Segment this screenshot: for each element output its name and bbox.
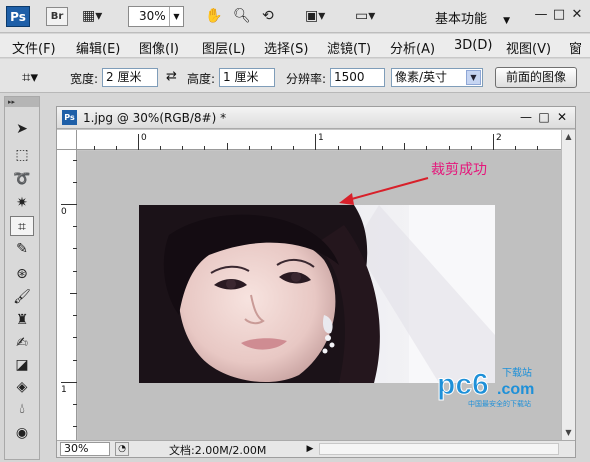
workspace-label: 基本功能: [435, 12, 488, 27]
horizontal-scrollbar[interactable]: [319, 443, 559, 455]
magic-wand-tool-icon[interactable]: ✷: [10, 193, 34, 213]
minimize-button[interactable]: —: [533, 6, 549, 24]
eraser-tool-icon[interactable]: ◪: [10, 355, 34, 375]
resolution-input[interactable]: 1500: [330, 68, 385, 87]
doc-minimize-button[interactable]: —: [519, 110, 533, 125]
spot-healing-tool-icon[interactable]: ⊛: [10, 264, 34, 284]
watermark-slogan: 中国最安全的下载站: [468, 399, 531, 408]
menu-image[interactable]: 图像(I): [139, 38, 179, 57]
watermark-tld: .com: [497, 381, 534, 398]
eyedropper-tool-icon[interactable]: ✎: [10, 239, 34, 259]
move-tool-icon[interactable]: ➤: [10, 119, 34, 139]
camera-mode-icon[interactable]: ▦▾: [82, 8, 102, 25]
resolution-unit-value: 像素/英寸: [395, 70, 448, 84]
lasso-tool-icon[interactable]: ➰: [10, 169, 34, 189]
marquee-tool-icon[interactable]: ⬚: [10, 145, 34, 165]
brush-tool-icon[interactable]: 🖌︎: [10, 287, 34, 307]
panel-collapse-icon[interactable]: ▸▸: [5, 97, 39, 107]
doc-maximize-button[interactable]: □: [537, 110, 551, 125]
menu-view[interactable]: 视图(V): [506, 38, 551, 57]
watermark-tag: 下载站: [502, 366, 532, 379]
hand-icon[interactable]: ✋: [205, 8, 222, 25]
zoom-level-value: 30%: [139, 9, 166, 23]
height-input[interactable]: 1 厘米: [219, 68, 275, 87]
close-button[interactable]: ✕: [569, 6, 585, 24]
ruler-v-label-0: 0: [61, 207, 67, 217]
status-doc-size: 文档:2.00M/2.00M: [169, 444, 267, 457]
maximize-button[interactable]: □: [551, 6, 567, 24]
menu-3d[interactable]: 3D(D): [454, 38, 492, 53]
clone-stamp-tool-icon[interactable]: ♜: [10, 310, 34, 330]
annotation-text: 裁剪成功: [431, 162, 487, 178]
blur-tool-icon[interactable]: 💧︎: [10, 399, 34, 419]
paint-bucket-tool-icon[interactable]: ◈: [10, 377, 34, 397]
ruler-label-1: 1: [318, 133, 324, 143]
resolution-unit-select[interactable]: 像素/英寸 ▼: [391, 68, 483, 87]
ruler-v-label-1: 1: [61, 385, 67, 395]
crop-tool-icon[interactable]: ⌗: [10, 216, 34, 236]
menu-analysis[interactable]: 分析(A): [390, 38, 435, 57]
bridge-button[interactable]: Br: [46, 7, 68, 26]
photoshop-logo: Ps: [6, 6, 30, 27]
dodge-tool-icon[interactable]: ◉: [10, 423, 34, 443]
menu-filter[interactable]: 滤镜(T): [327, 38, 371, 57]
screen-mode-icon[interactable]: ▭▾: [355, 8, 375, 25]
resolution-label: 分辨率:: [286, 72, 327, 86]
front-image-button[interactable]: 前面的图像: [495, 67, 577, 88]
document-title-bar[interactable]: Ps 1.jpg @ 30%(RGB/8#) * — □ ✕: [57, 107, 575, 129]
horizontal-ruler[interactable]: 0 1 2: [77, 130, 561, 150]
photoshop-doc-icon: Ps: [62, 110, 77, 125]
status-preview-icon[interactable]: ◔: [115, 442, 129, 456]
menu-file[interactable]: 文件(F): [12, 38, 56, 57]
history-brush-tool-icon[interactable]: ✍︎: [10, 333, 34, 353]
doc-close-button[interactable]: ✕: [555, 110, 569, 125]
status-bar: 30% ◔ 文档:2.00M/2.00M ▶: [57, 440, 575, 457]
application-bar: Ps Br ▦▾ 30% ▼ ✋ 🔍︎ ⟲ ▣▾ ▭▾ 基本功能 ▼ — □ ✕: [0, 0, 590, 33]
pc6-watermark: pc6 .com 下载站 中国最安全的下载站: [380, 362, 580, 415]
pc6-logo: pc6 .com 下载站 中国最安全的下载站: [437, 366, 535, 408]
vertical-ruler[interactable]: 0 1: [57, 150, 77, 440]
status-menu-arrow-icon[interactable]: ▶: [304, 442, 316, 456]
menu-layer[interactable]: 图层(L): [202, 38, 245, 57]
ruler-origin[interactable]: [57, 130, 77, 150]
scroll-up-icon[interactable]: ▲: [562, 130, 575, 143]
chevron-down-icon: ▼: [466, 70, 481, 85]
menu-edit[interactable]: 编辑(E): [76, 38, 120, 57]
workspace-switcher[interactable]: 基本功能 ▼: [435, 8, 510, 27]
document-title: 1.jpg @ 30%(RGB/8#) *: [83, 111, 227, 125]
crop-tool-icon[interactable]: ⌗▾: [22, 68, 38, 86]
chevron-down-icon: ▼: [169, 7, 183, 26]
cropped-photo[interactable]: [139, 205, 495, 383]
zoom-icon[interactable]: 🔍︎: [233, 8, 251, 25]
width-label: 宽度:: [70, 72, 99, 86]
chevron-down-icon: ▼: [503, 16, 511, 26]
menu-window[interactable]: 窗: [569, 38, 582, 57]
ruler-label-0: 0: [141, 133, 147, 143]
status-zoom-input[interactable]: 30%: [60, 442, 110, 456]
watermark-brand: pc6: [437, 368, 489, 401]
ruler-label-2: 2: [496, 133, 502, 143]
menu-bar: 文件(F) 编辑(E) 图像(I) 图层(L) 选择(S) 滤镜(T) 分析(A…: [0, 34, 590, 58]
menu-select[interactable]: 选择(S): [264, 38, 308, 57]
tools-panel: ▸▸ ➤ ⬚ ➰ ✷ ⌗ ✎ ⊛ 🖌︎ ♜ ✍︎ ◪ ◈ 💧︎ ◉: [4, 96, 40, 460]
scroll-down-icon[interactable]: ▼: [562, 426, 575, 439]
width-input[interactable]: 2 厘米: [102, 68, 158, 87]
swap-dimensions-icon[interactable]: ⇄: [166, 69, 177, 84]
height-label: 高度:: [187, 72, 216, 86]
rotate-view-icon[interactable]: ⟲: [262, 8, 274, 25]
vertical-ruler-ticks: [61, 160, 77, 427]
options-bar: ⌗▾ 宽度: 2 厘米 ⇄ 高度: 1 厘米 分辨率: 1500 像素/英寸 ▼…: [0, 59, 590, 93]
zoom-level-select[interactable]: 30% ▼: [128, 6, 184, 27]
arrange-docs-icon[interactable]: ▣▾: [305, 8, 325, 25]
portrait-illustration: [139, 205, 495, 383]
